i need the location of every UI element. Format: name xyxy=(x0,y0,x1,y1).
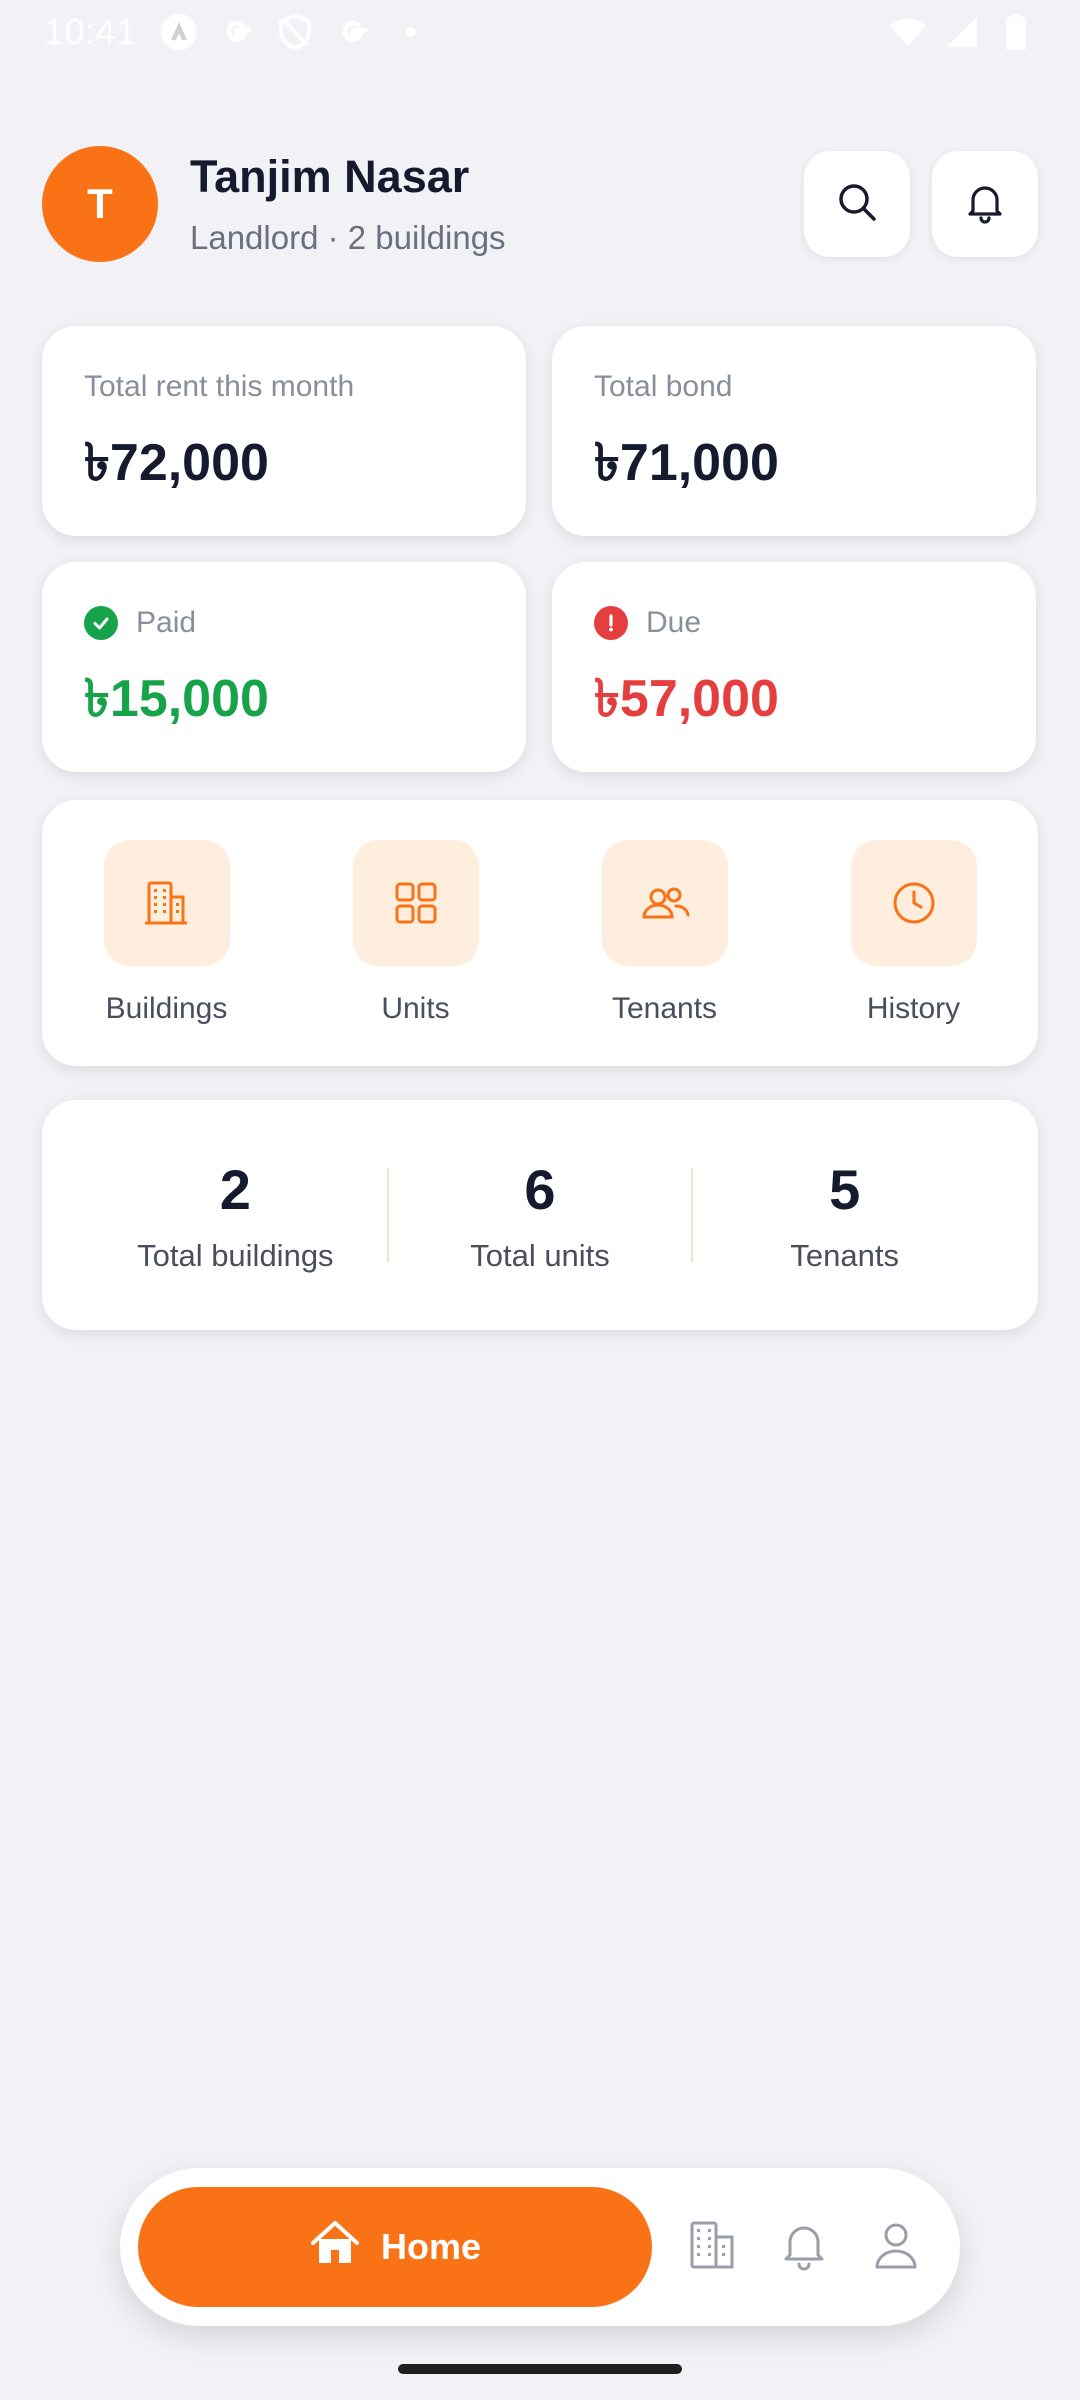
due-label: Due xyxy=(646,606,702,639)
nav-home-button[interactable]: Home xyxy=(138,2187,652,2307)
paid-label-row: Paid xyxy=(84,606,484,640)
quick-action-label: Buildings xyxy=(105,992,228,1025)
summary-card: 2 Total buildings 6 Total units 5 Tenant… xyxy=(42,1100,1038,1330)
users-icon xyxy=(601,840,728,966)
user-name: Tanjim Nasar xyxy=(190,151,470,202)
home-indicator[interactable] xyxy=(398,2364,682,2374)
notification-icons xyxy=(159,12,431,52)
quick-action-label: Tenants xyxy=(611,992,718,1025)
paid-value: ৳15,000 xyxy=(84,670,269,728)
user-subtitle: Landlord · 2 buildings xyxy=(190,219,506,256)
bell-icon xyxy=(961,178,1009,231)
quick-actions: Buildings Units Tenants History xyxy=(42,800,1038,1066)
due-value: ৳57,000 xyxy=(594,670,779,728)
bell-icon xyxy=(777,2217,831,2278)
battery-icon xyxy=(996,12,1036,52)
summary-value: 2 xyxy=(219,1157,251,1221)
nav-profile-button[interactable] xyxy=(850,2201,942,2293)
wifi-icon xyxy=(888,12,928,52)
summary-units: 6 Total units xyxy=(389,1157,692,1274)
nav-home-label: Home xyxy=(380,2226,482,2267)
google-icon xyxy=(217,12,257,52)
grid-icon xyxy=(352,840,479,966)
app-notification-icon xyxy=(159,12,199,52)
summary-value: 5 xyxy=(829,1157,861,1221)
total-rent-value: ৳72,000 xyxy=(84,434,269,492)
header-actions xyxy=(804,151,1038,257)
quick-action-label: Units xyxy=(381,992,450,1025)
quick-action-buildings[interactable]: Buildings xyxy=(42,840,291,1066)
summary-label: Tenants xyxy=(790,1237,899,1273)
due-label-row: Due xyxy=(594,606,994,640)
notifications-button[interactable] xyxy=(932,151,1038,257)
total-bond-label: Total bond xyxy=(594,370,733,403)
paid-card[interactable]: Paid ৳15,000 xyxy=(42,562,526,772)
quick-action-history[interactable]: History xyxy=(789,840,1038,1066)
alert-circle-icon xyxy=(594,606,628,640)
nav-buildings-button[interactable] xyxy=(666,2201,758,2293)
building-icon xyxy=(684,2217,740,2278)
building-icon xyxy=(103,840,230,966)
summary-tenants: 5 Tenants xyxy=(693,1157,996,1274)
nav-notifications-button[interactable] xyxy=(758,2201,850,2293)
total-bond-value: ৳71,000 xyxy=(594,434,779,492)
user-info: Tanjim Nasar Landlord · 2 buildings xyxy=(190,151,506,257)
user-icon xyxy=(869,2217,923,2278)
paid-label: Paid xyxy=(136,606,197,639)
total-rent-card[interactable]: Total rent this month ৳72,000 xyxy=(42,326,526,536)
status-bar: 10:41 xyxy=(0,0,1080,64)
total-rent-label: Total rent this month xyxy=(84,370,355,403)
avatar[interactable]: T xyxy=(42,146,158,262)
shield-icon xyxy=(275,12,315,52)
clock-icon xyxy=(850,840,977,966)
due-card[interactable]: Due ৳57,000 xyxy=(552,562,1036,772)
quick-action-label: History xyxy=(866,992,961,1025)
summary-buildings: 2 Total buildings xyxy=(84,1157,387,1274)
summary-label: Total buildings xyxy=(137,1237,334,1273)
profile-header: T Tanjim Nasar Landlord · 2 buildings xyxy=(42,146,1038,262)
signal-icon xyxy=(942,12,982,52)
search-icon xyxy=(833,178,881,231)
status-time: 10:41 xyxy=(44,11,137,52)
home-icon xyxy=(309,2219,361,2276)
quick-action-tenants[interactable]: Tenants xyxy=(540,840,789,1066)
dot-icon xyxy=(391,12,431,52)
nav-items xyxy=(666,2201,942,2293)
total-bond-card[interactable]: Total bond ৳71,000 xyxy=(552,326,1036,536)
search-button[interactable] xyxy=(804,151,910,257)
bottom-nav: Home xyxy=(120,2168,960,2326)
check-circle-icon xyxy=(84,606,118,640)
google-icon xyxy=(333,12,373,52)
quick-action-units[interactable]: Units xyxy=(291,840,540,1066)
summary-label: Total units xyxy=(470,1237,610,1273)
summary-value: 6 xyxy=(524,1157,556,1221)
